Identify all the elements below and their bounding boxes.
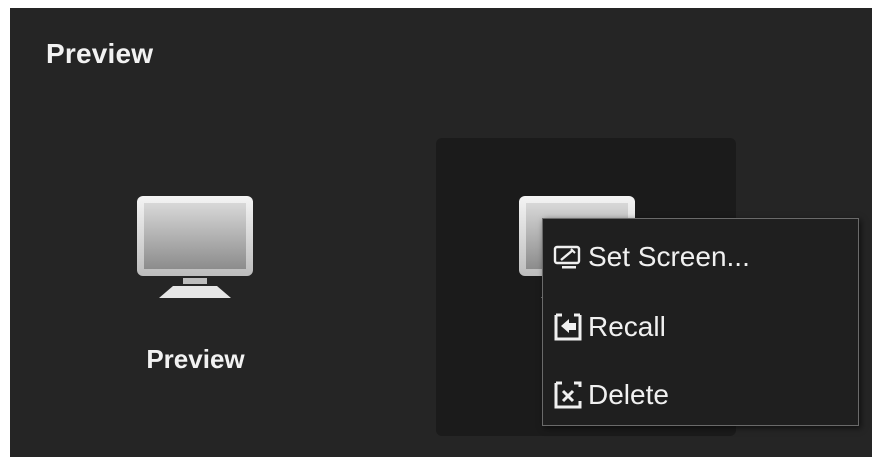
preview-tile[interactable]: Preview [54,138,354,436]
context-menu: Set Screen... Recall Delete [542,218,859,426]
set-screen-icon [553,245,581,269]
panel-title: Preview [46,38,154,69]
menu-item-set-screen[interactable]: Set Screen... [543,227,858,287]
menu-item-label: Set Screen... [588,241,750,272]
delete-icon [554,381,582,409]
menu-item-label: Recall [588,311,666,342]
recall-icon [554,313,582,341]
tile-label: Preview [146,344,245,374]
monitor-icon [137,196,253,298]
menu-item-recall[interactable]: Recall [543,297,858,357]
menu-item-delete[interactable]: Delete [543,365,858,425]
menu-item-label: Delete [588,379,669,410]
preview-panel: Preview Preview Set Screen... Recall Del… [10,8,872,457]
